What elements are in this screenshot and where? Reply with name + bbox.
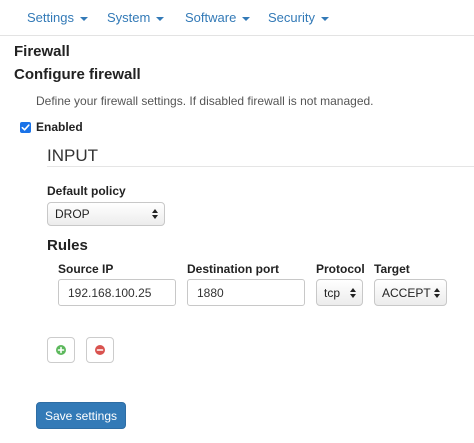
target-select[interactable]: ACCEPT: [374, 279, 447, 306]
caret-down-icon: [242, 16, 251, 21]
default-policy-label: Default policy: [47, 184, 126, 198]
caret-down-icon: [320, 16, 329, 21]
save-settings-button[interactable]: Save settings: [36, 402, 126, 429]
select-arrows-icon: [350, 287, 356, 298]
save-settings-label: Save settings: [44, 408, 118, 423]
column-protocol: Protocol: [316, 262, 365, 276]
plus-circle-icon: [56, 345, 66, 355]
nav-software-label: Software: [185, 10, 237, 25]
destination-port-value: 1880: [197, 285, 224, 300]
column-destination-port: Destination port: [187, 262, 279, 276]
column-target: Target: [374, 262, 410, 276]
column-source-ip: Source IP: [58, 262, 114, 276]
add-rule-button[interactable]: [47, 337, 75, 363]
protocol-value: tcp: [324, 285, 341, 300]
top-nav: Settings System Software Security: [0, 0, 474, 36]
page-title: Firewall: [14, 43, 70, 60]
remove-rule-button[interactable]: [86, 337, 114, 363]
default-policy-value: DROP: [55, 207, 90, 221]
chain-divider: [47, 166, 474, 167]
enabled-toggle[interactable]: Enabled: [20, 120, 83, 134]
checkmark-icon: [21, 123, 30, 131]
select-arrows-icon: [434, 287, 440, 298]
chain-heading: INPUT: [47, 146, 98, 165]
default-policy-select[interactable]: DROP: [47, 202, 165, 226]
target-value: ACCEPT: [382, 285, 431, 300]
caret-down-icon: [156, 16, 165, 21]
source-ip-input[interactable]: 192.168.100.25: [58, 279, 176, 306]
rules-heading: Rules: [47, 237, 88, 254]
nav-security-label: Security: [268, 10, 315, 25]
source-ip-value: 192.168.100.25: [68, 285, 152, 300]
nav-system-menu[interactable]: System: [107, 10, 165, 25]
destination-port-input[interactable]: 1880: [187, 279, 305, 306]
nav-settings-label: Settings: [27, 10, 74, 25]
section-description: Define your firewall settings. If disabl…: [36, 94, 374, 108]
caret-down-icon: [79, 16, 88, 21]
nav-system-label: System: [107, 10, 151, 25]
select-arrows-icon: [152, 209, 158, 219]
enabled-label: Enabled: [36, 120, 83, 134]
protocol-select[interactable]: tcp: [316, 279, 363, 306]
nav-security-menu[interactable]: Security: [268, 10, 329, 25]
section-title: Configure firewall: [14, 66, 141, 83]
nav-software-menu[interactable]: Software: [185, 10, 251, 25]
nav-settings-menu[interactable]: Settings: [27, 10, 88, 25]
minus-circle-icon: [95, 345, 105, 355]
enabled-checkbox[interactable]: [20, 121, 31, 133]
